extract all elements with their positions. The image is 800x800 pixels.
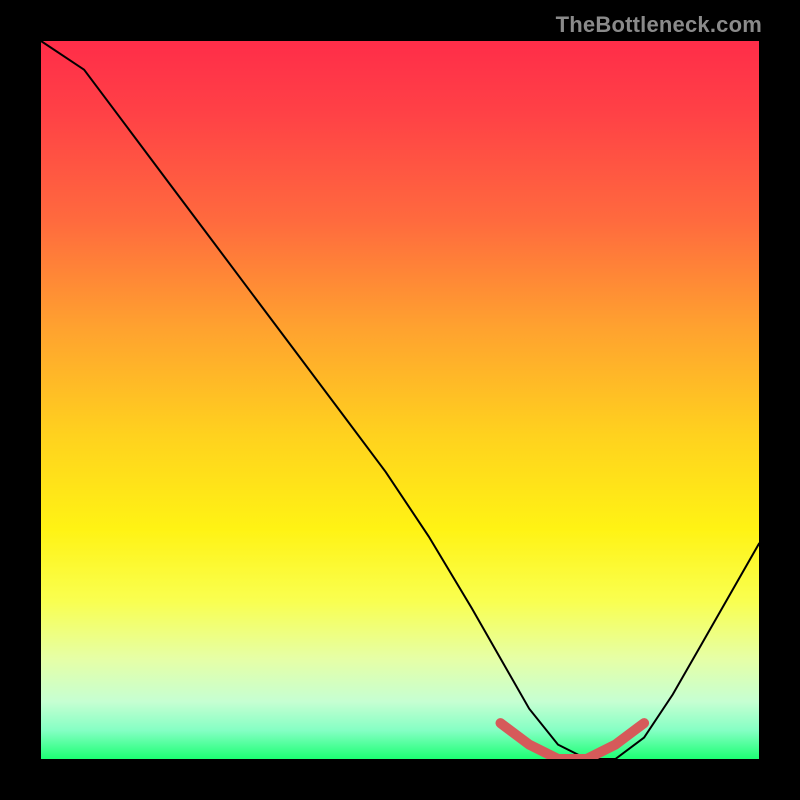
- chart-svg: [41, 41, 759, 759]
- watermark-text: TheBottleneck.com: [556, 12, 762, 38]
- plot-area: [41, 41, 759, 759]
- bottleneck-curve: [41, 41, 759, 759]
- chart-frame: TheBottleneck.com: [0, 0, 800, 800]
